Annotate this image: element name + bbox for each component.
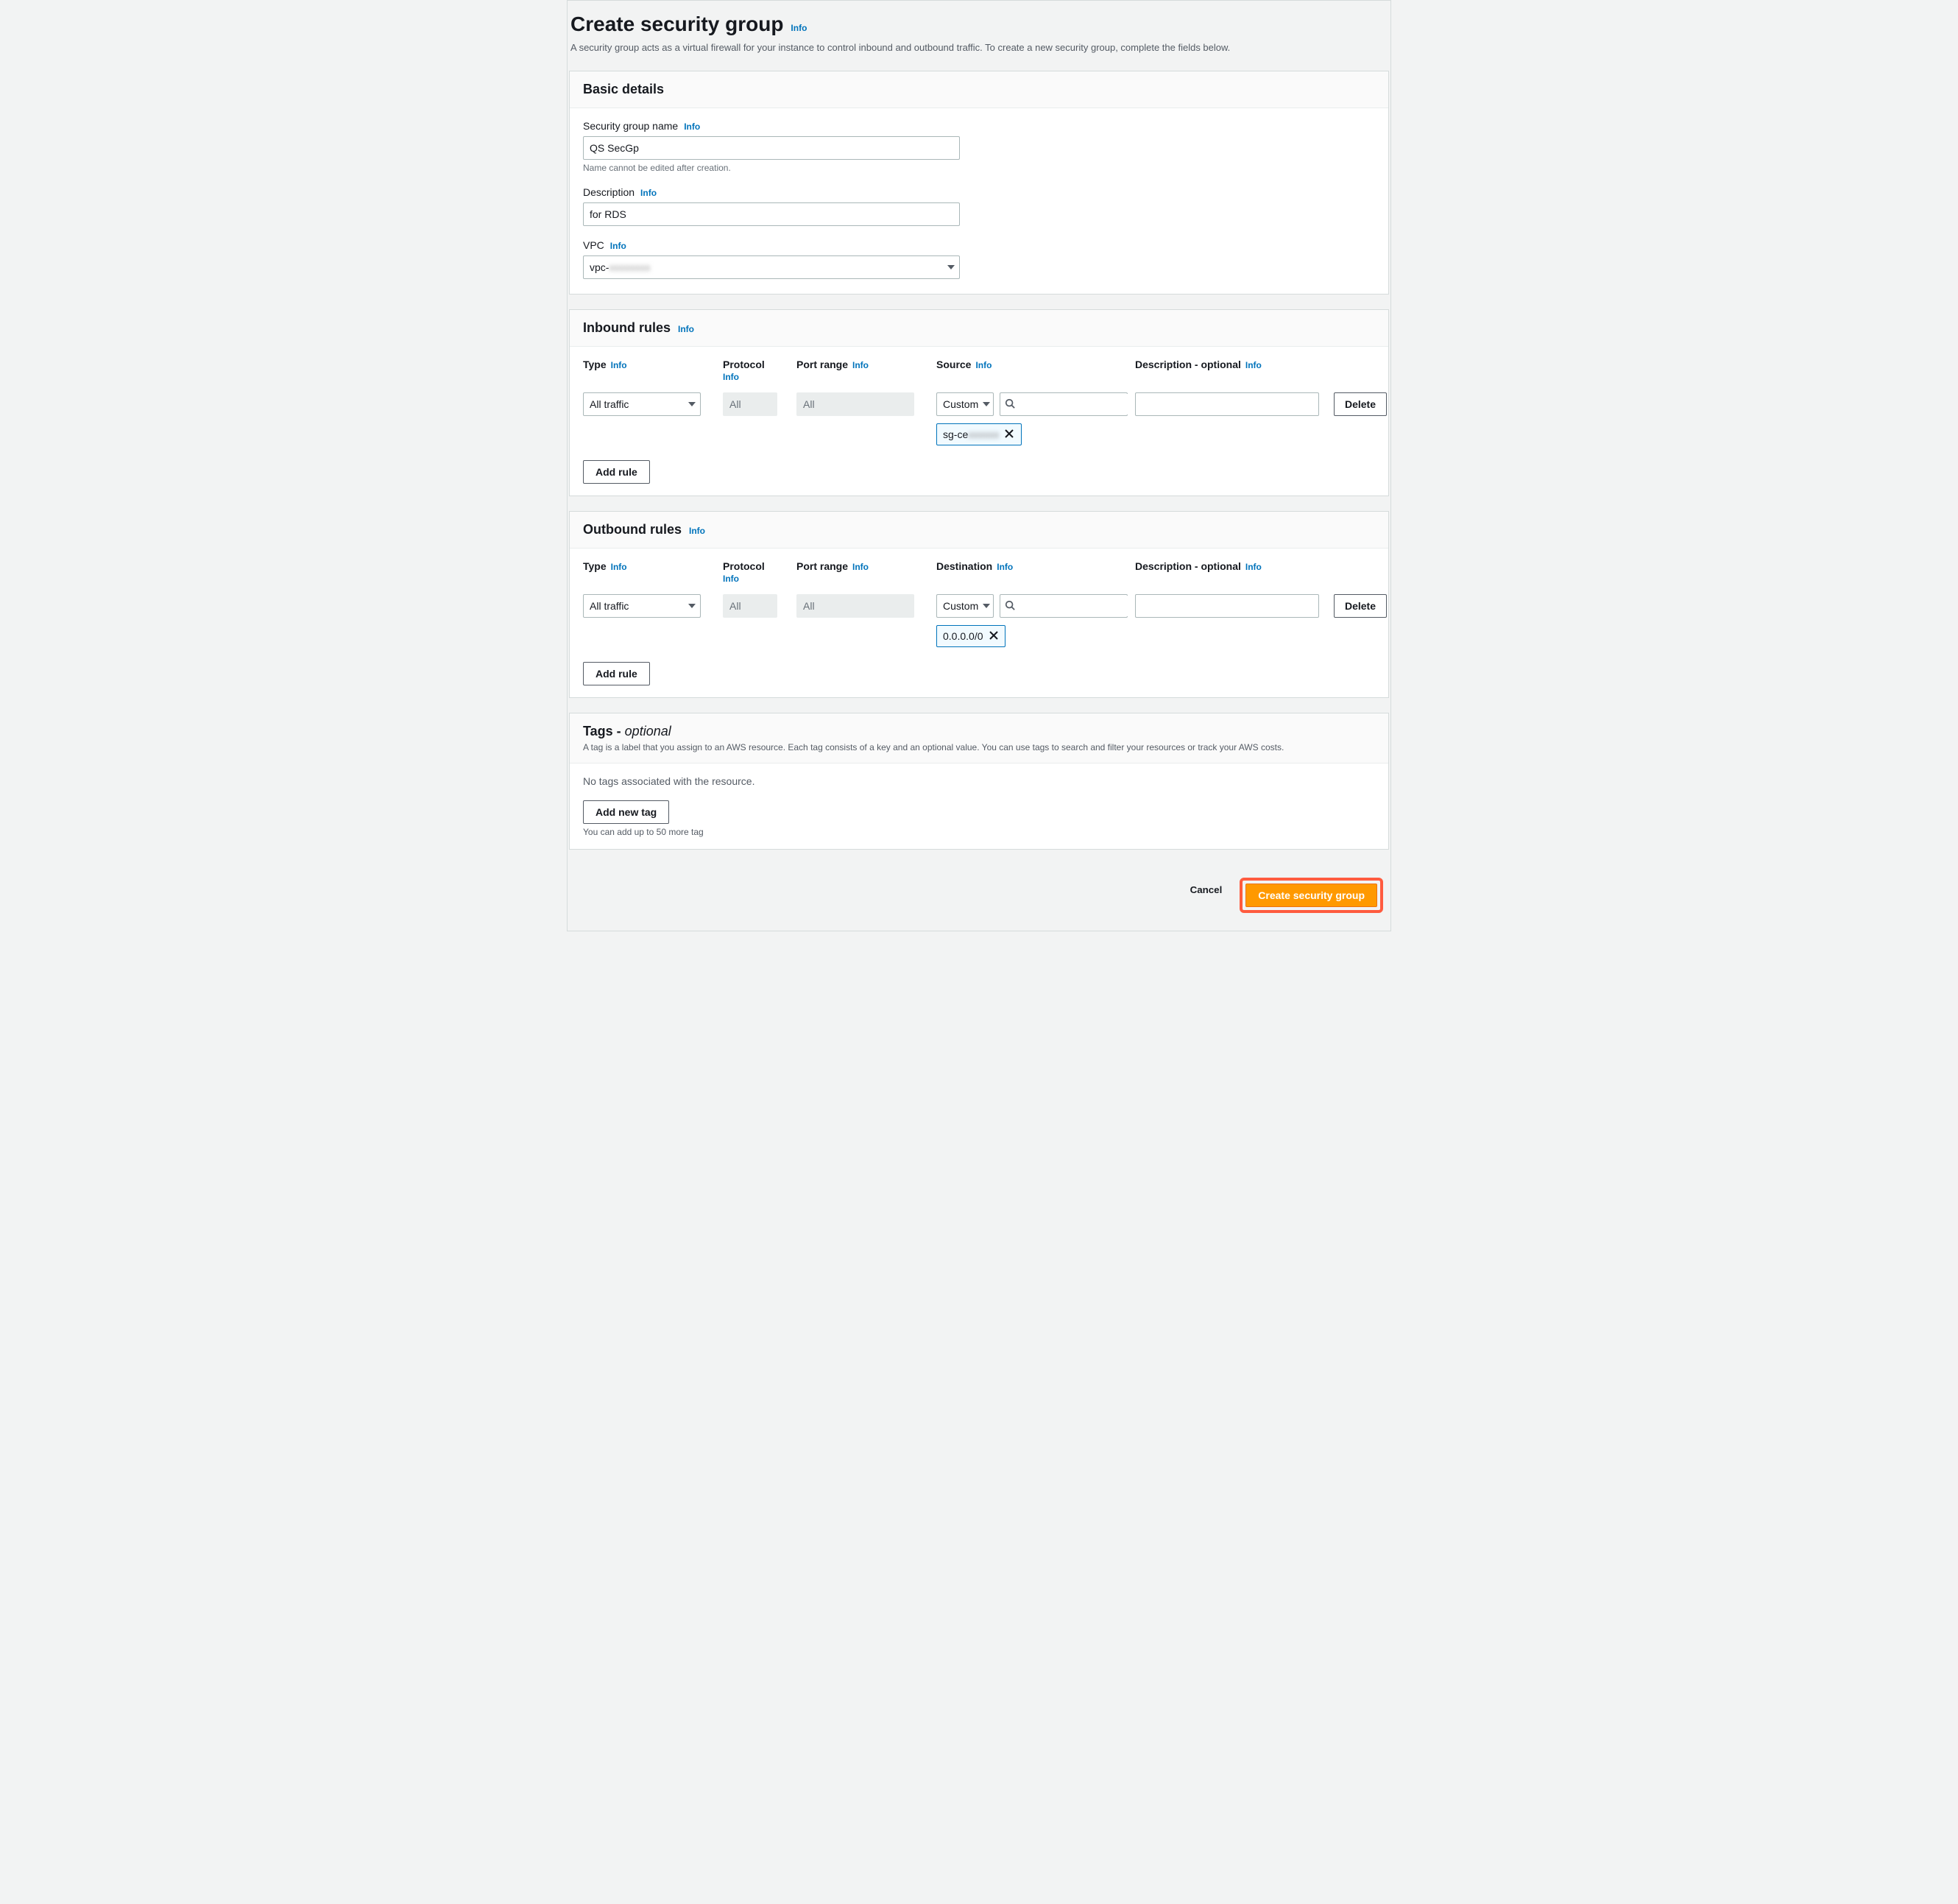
security-group-name-label: Security group name xyxy=(583,120,678,132)
inbound-col-source-info[interactable]: Info xyxy=(975,360,992,370)
page-footer: Cancel Create security group xyxy=(569,864,1389,929)
inbound-col-type-info[interactable]: Info xyxy=(611,360,627,370)
inbound-add-rule-button[interactable]: Add rule xyxy=(583,460,650,484)
outbound-columns-header: Type Info Protocol Info Port range Info xyxy=(583,560,1375,584)
outbound-type-select[interactable]: All traffic xyxy=(583,594,701,618)
outbound-portrange-value: All xyxy=(796,594,914,618)
security-group-name-constraint: Name cannot be edited after creation. xyxy=(583,163,1375,173)
tags-title: Tags - optional xyxy=(583,724,1375,739)
inbound-rules-panel: Inbound rules Info Type Info Protocol In… xyxy=(569,309,1389,496)
description-input[interactable] xyxy=(583,202,960,226)
outbound-col-portrange-info[interactable]: Info xyxy=(852,562,869,572)
security-group-name-field: Security group name Info Name cannot be … xyxy=(583,120,1375,173)
chevron-down-icon xyxy=(688,604,696,608)
inbound-source-mode-select[interactable]: Custom xyxy=(936,392,994,416)
inbound-protocol-value: All xyxy=(723,392,777,416)
inbound-source-token-hidden: xxxxxx xyxy=(968,429,999,440)
inbound-col-protocol-label: Protocol xyxy=(723,359,765,370)
outbound-dest-mode-select[interactable]: Custom xyxy=(936,594,994,618)
outbound-col-portrange-label: Port range xyxy=(796,560,848,572)
inbound-portrange-value: All xyxy=(796,392,914,416)
inbound-delete-button[interactable]: Delete xyxy=(1334,392,1387,416)
outbound-col-destination-info[interactable]: Info xyxy=(997,562,1013,572)
tags-title-prefix: Tags - xyxy=(583,724,625,738)
close-icon[interactable] xyxy=(1005,429,1014,440)
inbound-source-token[interactable]: sg-cexxxxxx xyxy=(936,423,1022,445)
inbound-col-portrange-info[interactable]: Info xyxy=(852,360,869,370)
inbound-type-select[interactable]: All traffic xyxy=(583,392,701,416)
inbound-rules-title: Inbound rules xyxy=(583,320,671,336)
basic-details-title: Basic details xyxy=(583,82,664,97)
cancel-button[interactable]: Cancel xyxy=(1181,878,1231,901)
inbound-type-value: All traffic xyxy=(590,398,629,410)
description-label: Description xyxy=(583,186,635,198)
vpc-label: VPC xyxy=(583,239,604,251)
inbound-source-mode-value: Custom xyxy=(943,398,978,410)
tags-description: A tag is a label that you assign to an A… xyxy=(583,742,1375,752)
inbound-source-token-visible: sg-ce xyxy=(943,429,968,440)
outbound-rules-info-link[interactable]: Info xyxy=(689,526,705,536)
vpc-value-visible: vpc- xyxy=(590,261,609,273)
outbound-rules-panel: Outbound rules Info Type Info Protocol I… xyxy=(569,511,1389,698)
inbound-source-search[interactable] xyxy=(1000,392,1128,416)
chevron-down-icon xyxy=(688,402,696,406)
basic-details-panel: Basic details Security group name Info N… xyxy=(569,71,1389,295)
inbound-col-type-label: Type xyxy=(583,359,607,370)
chevron-down-icon xyxy=(947,265,955,269)
outbound-dest-mode-value: Custom xyxy=(943,600,978,612)
inbound-col-protocol-info[interactable]: Info xyxy=(723,372,789,382)
tags-empty-text: No tags associated with the resource. xyxy=(583,775,1375,787)
outbound-dest-token-text: 0.0.0.0/0 xyxy=(943,630,983,642)
outbound-col-destination-label: Destination xyxy=(936,560,992,572)
inbound-col-portrange-label: Port range xyxy=(796,359,848,370)
outbound-col-type-label: Type xyxy=(583,560,607,572)
inbound-rules-info-link[interactable]: Info xyxy=(678,324,694,334)
outbound-col-desc-label: Description - optional xyxy=(1135,560,1241,572)
outbound-type-value: All traffic xyxy=(590,600,629,612)
page-header: Create security group Info A security gr… xyxy=(569,2,1389,71)
outbound-delete-button[interactable]: Delete xyxy=(1334,594,1387,618)
security-group-name-info-link[interactable]: Info xyxy=(684,121,700,132)
outbound-rules-title: Outbound rules xyxy=(583,522,682,537)
page-title: Create security group xyxy=(570,13,783,36)
search-icon xyxy=(1005,398,1015,411)
description-field: Description Info xyxy=(583,186,1375,226)
vpc-value-hidden: xxxxxxxx xyxy=(609,261,650,273)
outbound-col-protocol-label: Protocol xyxy=(723,560,765,572)
inbound-rule-row: All traffic All All Custom xyxy=(583,392,1375,445)
outbound-col-protocol-info[interactable]: Info xyxy=(723,574,789,584)
outbound-description-input[interactable] xyxy=(1135,594,1319,618)
outbound-add-rule-button[interactable]: Add rule xyxy=(583,662,650,685)
page-title-info-link[interactable]: Info xyxy=(791,23,807,33)
inbound-description-input[interactable] xyxy=(1135,392,1319,416)
chevron-down-icon xyxy=(983,402,990,406)
outbound-dest-token[interactable]: 0.0.0.0/0 xyxy=(936,625,1005,647)
inbound-col-source-label: Source xyxy=(936,359,971,370)
outbound-col-type-info[interactable]: Info xyxy=(611,562,627,572)
outbound-rule-row: All traffic All All Custom xyxy=(583,594,1375,647)
security-group-name-input[interactable] xyxy=(583,136,960,160)
inbound-col-desc-label: Description - optional xyxy=(1135,359,1241,370)
inbound-columns-header: Type Info Protocol Info Port range Info xyxy=(583,359,1375,382)
vpc-select[interactable]: vpc-xxxxxxxx xyxy=(583,255,960,279)
outbound-protocol-value: All xyxy=(723,594,777,618)
close-icon[interactable] xyxy=(989,630,998,642)
outbound-dest-search[interactable] xyxy=(1000,594,1128,618)
add-new-tag-button[interactable]: Add new tag xyxy=(583,800,669,824)
page-root: Create security group Info A security gr… xyxy=(567,0,1391,931)
create-security-group-button[interactable]: Create security group xyxy=(1245,884,1377,907)
search-icon xyxy=(1005,600,1015,613)
vpc-info-link[interactable]: Info xyxy=(610,241,626,251)
chevron-down-icon xyxy=(983,604,990,608)
description-info-link[interactable]: Info xyxy=(640,188,657,198)
tags-title-suffix: optional xyxy=(625,724,671,738)
vpc-field: VPC Info vpc-xxxxxxxx xyxy=(583,239,1375,279)
create-button-highlight: Create security group xyxy=(1240,878,1383,913)
tags-limit-text: You can add up to 50 more tag xyxy=(583,827,1375,837)
outbound-col-desc-info[interactable]: Info xyxy=(1245,562,1262,572)
page-description: A security group acts as a virtual firew… xyxy=(570,42,1388,53)
tags-panel: Tags - optional A tag is a label that yo… xyxy=(569,713,1389,850)
inbound-col-desc-info[interactable]: Info xyxy=(1245,360,1262,370)
